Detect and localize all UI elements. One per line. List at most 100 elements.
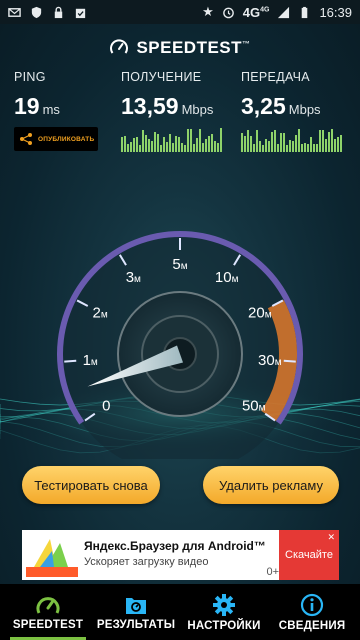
speed-gauge: 01м2м3м5м10м20м30м50м [0,230,360,459]
speedometer-logo-icon [110,39,129,54]
graph-bar [316,144,318,152]
gauge-tick-label: 0 [102,398,110,415]
graph-bar [133,138,135,152]
graph-bar [313,144,315,152]
graph-bar [208,136,210,152]
graph-bar [307,144,309,152]
graph-bar [328,131,330,152]
speedtest-screen: SPEEDTEST™ PING 19 ms ПОЛУЧЕНИЕ 13,59 Mbps… [0,24,360,584]
gauge-tick [283,359,296,363]
graph-bar [274,130,276,152]
download-graph [121,126,222,152]
graph-bar [199,128,201,152]
bag-check-icon [75,8,86,18]
graph-bar [193,143,195,152]
ping-metric: PING 19 ms [14,70,60,120]
graph-bar [325,138,327,152]
network-type: 4G4G [242,4,270,20]
graph-bar [268,140,270,152]
ping-label: PING [14,70,46,84]
graph-bar [295,135,297,152]
graph-bar [265,138,267,152]
graph-bar [202,142,204,152]
ping-value: 19 ms [14,93,60,119]
nav-results-label: РЕЗУЛЬТАТЫ [96,618,176,631]
graph-bar [247,130,249,152]
nav-speedtest-label: SPEEDTEST [12,618,84,631]
graph-bar [319,129,321,152]
graph-bar [172,143,174,152]
ad-browser-logo-icon [26,539,78,577]
mail-icon [8,7,21,17]
graph-bar [184,145,186,152]
graph-bar [256,130,258,152]
graph-bar [139,144,141,152]
ad-close-icon[interactable]: ✕ [327,532,335,543]
app-header: SPEEDTEST™ [0,38,360,58]
graph-bar [160,144,162,152]
graph-bar [124,135,126,152]
download-label: ПОЛУЧЕНИЕ [121,70,202,84]
graph-bar [322,130,324,152]
graph-bar [127,143,129,152]
clock-time: 16:39 [319,4,352,20]
graph-bar [289,140,291,152]
graph-bar [277,144,279,152]
retest-button[interactable]: Тестировать снова [22,466,160,504]
download-value: 13,59 Mbps [121,93,214,119]
star-icon: ★ [202,4,214,19]
graph-bar [217,142,219,152]
graph-bar [253,143,255,152]
status-bar: ★ 4G4G 16:39 [0,0,360,24]
gauge-icon [36,596,60,614]
graph-bar [145,135,147,152]
graph-bar [157,134,159,152]
graph-bar [262,145,264,152]
bottom-nav: SPEEDTEST РЕЗУЛЬТАТЫ НАСТРОЙКИ СВЕДЕНИЯ [0,584,360,640]
share-button[interactable]: ОПУБЛИКОВАТЬ [14,127,98,151]
nav-settings[interactable]: НАСТРОЙКИ [180,584,268,640]
graph-bar [205,138,207,152]
gauge-tick [64,359,77,363]
graph-bar [181,142,183,152]
nav-info[interactable]: СВЕДЕНИЯ [268,584,356,640]
lock-icon [54,6,63,18]
graph-bar [163,137,165,152]
ad-age-badge: 0+ [266,566,279,578]
graph-bar [151,140,153,152]
nav-speedtest[interactable]: SPEEDTEST [4,584,92,640]
graph-bar [271,131,273,152]
graph-bar [259,141,261,152]
graph-bar [310,137,312,152]
nav-info-label: СВЕДЕНИЯ [278,619,346,632]
graph-bar [175,135,177,152]
graph-bar [286,144,288,152]
graph-bar [301,144,303,152]
ad-banner[interactable]: Яндекс.Браузер для Android™ Ускоряет заг… [22,530,339,580]
share-icon [20,133,32,145]
remove-ads-button[interactable]: Удалить рекламу [203,466,339,504]
graph-bar [220,128,222,152]
upload-label: ПЕРЕДАЧА [241,70,310,84]
graph-bar [250,136,252,152]
share-label: ОПУБЛИКОВАТЬ [38,135,95,143]
graph-bar [121,137,123,152]
signal-icon [278,6,290,18]
graph-bar [337,136,339,152]
info-icon [300,593,324,616]
graph-bar [178,137,180,152]
nav-results[interactable]: РЕЗУЛЬТАТЫ [92,584,180,640]
graph-bar [304,143,306,152]
graph-bar [154,131,156,152]
gear-icon [213,593,235,616]
upload-value: 3,25 Mbps [241,93,321,119]
ad-subtitle: Ускоряет загрузку видео [84,556,209,568]
graph-bar [244,135,246,152]
graph-bar [190,128,192,152]
nav-settings-label: НАСТРОЙКИ [187,619,261,632]
graph-bar [196,138,198,152]
graph-bar [142,130,144,152]
app-title: SPEEDTEST™ [136,38,251,57]
graph-bar [292,140,294,152]
upload-graph [241,126,342,152]
